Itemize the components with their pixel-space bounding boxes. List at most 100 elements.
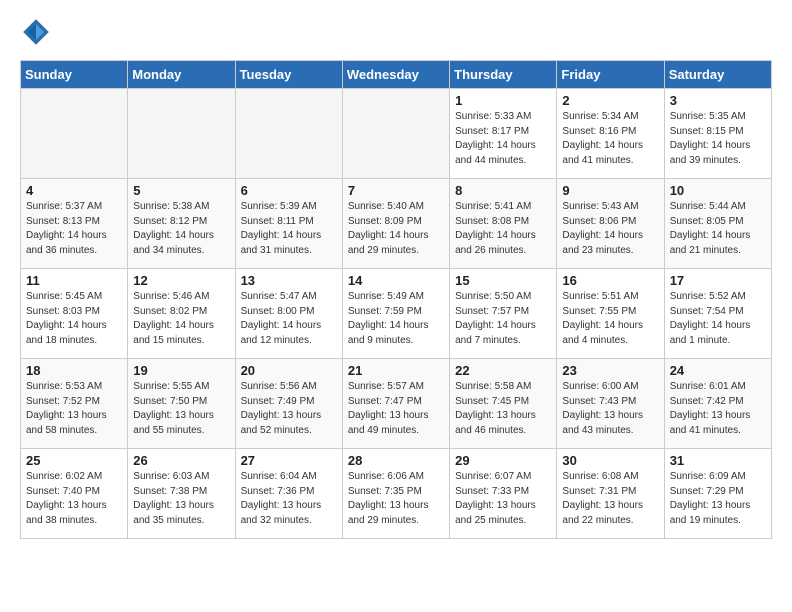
day-info: Sunrise: 6:06 AM Sunset: 7:35 PM Dayligh… xyxy=(348,470,444,528)
day-number: 20 xyxy=(241,363,337,378)
day-info: Sunrise: 6:01 AM Sunset: 7:42 PM Dayligh… xyxy=(670,380,766,438)
day-number: 10 xyxy=(670,183,766,198)
day-info: Sunrise: 5:45 AM Sunset: 8:03 PM Dayligh… xyxy=(26,290,122,348)
day-info: Sunrise: 5:58 AM Sunset: 7:45 PM Dayligh… xyxy=(455,380,551,438)
calendar-cell: 19 Sunrise: 5:55 AM Sunset: 7:50 PM Dayli… xyxy=(128,359,235,449)
day-number: 22 xyxy=(455,363,551,378)
day-info: Sunrise: 5:55 AM Sunset: 7:50 PM Dayligh… xyxy=(133,380,229,438)
day-info: Sunrise: 5:37 AM Sunset: 8:13 PM Dayligh… xyxy=(26,200,122,258)
day-number: 24 xyxy=(670,363,766,378)
day-number: 28 xyxy=(348,453,444,468)
calendar-cell: 13Sunrise: 5:47 AM Sunset: 8:00 PM Dayli… xyxy=(235,269,342,359)
day-number: 3 xyxy=(670,93,766,108)
day-number: 25 xyxy=(26,453,122,468)
day-info: Sunrise: 5:49 AM Sunset: 7:59 PM Dayligh… xyxy=(348,290,444,348)
header-tuesday: Tuesday xyxy=(235,61,342,89)
calendar-cell xyxy=(235,89,342,179)
day-info: Sunrise: 5:35 AM Sunset: 8:15 PM Dayligh… xyxy=(670,110,766,168)
header-sunday: Sunday xyxy=(21,61,128,89)
day-number: 29 xyxy=(455,453,551,468)
day-info: Sunrise: 5:44 AM Sunset: 8:05 PM Dayligh… xyxy=(670,200,766,258)
logo-icon xyxy=(20,16,52,48)
day-number: 12 xyxy=(133,273,229,288)
calendar-cell: 30Sunrise: 6:08 AM Sunset: 7:31 PM Dayli… xyxy=(557,449,664,539)
calendar-cell xyxy=(342,89,449,179)
calendar-cell: 31 Sunrise: 6:09 AM Sunset: 7:29 PM Dayli… xyxy=(664,449,771,539)
day-info: Sunrise: 6:03 AM Sunset: 7:38 PM Dayligh… xyxy=(133,470,229,528)
calendar-cell: 21 Sunrise: 5:57 AM Sunset: 7:47 PM Dayli… xyxy=(342,359,449,449)
calendar-cell: 4Sunrise: 5:37 AM Sunset: 8:13 PM Daylig… xyxy=(21,179,128,269)
day-number: 31 xyxy=(670,453,766,468)
day-number: 18 xyxy=(26,363,122,378)
calendar-cell: 18Sunrise: 5:53 AM Sunset: 7:52 PM Dayli… xyxy=(21,359,128,449)
day-info: Sunrise: 6:04 AM Sunset: 7:36 PM Dayligh… xyxy=(241,470,337,528)
calendar-cell: 12 Sunrise: 5:46 AM Sunset: 8:02 PM Dayli… xyxy=(128,269,235,359)
day-info: Sunrise: 5:33 AM Sunset: 8:17 PM Dayligh… xyxy=(455,110,551,168)
day-number: 6 xyxy=(241,183,337,198)
day-info: Sunrise: 5:34 AM Sunset: 8:16 PM Dayligh… xyxy=(562,110,658,168)
day-number: 21 xyxy=(348,363,444,378)
calendar-cell: 29 Sunrise: 6:07 AM Sunset: 7:33 PM Dayli… xyxy=(450,449,557,539)
calendar-cell: 9Sunrise: 5:43 AM Sunset: 8:06 PM Daylig… xyxy=(557,179,664,269)
header-wednesday: Wednesday xyxy=(342,61,449,89)
calendar-cell: 22 Sunrise: 5:58 AM Sunset: 7:45 PM Dayli… xyxy=(450,359,557,449)
day-number: 5 xyxy=(133,183,229,198)
calendar-cell: 7 Sunrise: 5:40 AM Sunset: 8:09 PM Daylig… xyxy=(342,179,449,269)
calendar-cell: 20 Sunrise: 5:56 AM Sunset: 7:49 PM Dayli… xyxy=(235,359,342,449)
calendar-cell: 6 Sunrise: 5:39 AM Sunset: 8:11 PM Daylig… xyxy=(235,179,342,269)
logo xyxy=(20,16,56,48)
day-info: Sunrise: 5:52 AM Sunset: 7:54 PM Dayligh… xyxy=(670,290,766,348)
day-number: 14 xyxy=(348,273,444,288)
week-row-0: 1 Sunrise: 5:33 AM Sunset: 8:17 PM Daylig… xyxy=(21,89,772,179)
day-info: Sunrise: 5:38 AM Sunset: 8:12 PM Dayligh… xyxy=(133,200,229,258)
calendar-cell: 3 Sunrise: 5:35 AM Sunset: 8:15 PM Daylig… xyxy=(664,89,771,179)
header-row: SundayMondayTuesdayWednesdayThursdayFrid… xyxy=(21,61,772,89)
day-number: 7 xyxy=(348,183,444,198)
calendar-header: SundayMondayTuesdayWednesdayThursdayFrid… xyxy=(21,61,772,89)
calendar-cell: 27 Sunrise: 6:04 AM Sunset: 7:36 PM Dayli… xyxy=(235,449,342,539)
day-number: 19 xyxy=(133,363,229,378)
header-monday: Monday xyxy=(128,61,235,89)
day-number: 27 xyxy=(241,453,337,468)
calendar-cell: 5 Sunrise: 5:38 AM Sunset: 8:12 PM Daylig… xyxy=(128,179,235,269)
day-info: Sunrise: 5:51 AM Sunset: 7:55 PM Dayligh… xyxy=(562,290,658,348)
calendar-cell: 28 Sunrise: 6:06 AM Sunset: 7:35 PM Dayli… xyxy=(342,449,449,539)
page-header xyxy=(20,16,772,48)
day-number: 1 xyxy=(455,93,551,108)
day-info: Sunrise: 6:07 AM Sunset: 7:33 PM Dayligh… xyxy=(455,470,551,528)
calendar-cell: 14 Sunrise: 5:49 AM Sunset: 7:59 PM Dayli… xyxy=(342,269,449,359)
header-saturday: Saturday xyxy=(664,61,771,89)
day-number: 15 xyxy=(455,273,551,288)
header-thursday: Thursday xyxy=(450,61,557,89)
day-info: Sunrise: 5:57 AM Sunset: 7:47 PM Dayligh… xyxy=(348,380,444,438)
calendar-cell: 11Sunrise: 5:45 AM Sunset: 8:03 PM Dayli… xyxy=(21,269,128,359)
calendar-table: SundayMondayTuesdayWednesdayThursdayFrid… xyxy=(20,60,772,539)
week-row-1: 4Sunrise: 5:37 AM Sunset: 8:13 PM Daylig… xyxy=(21,179,772,269)
header-friday: Friday xyxy=(557,61,664,89)
day-info: Sunrise: 5:40 AM Sunset: 8:09 PM Dayligh… xyxy=(348,200,444,258)
calendar-cell: 15 Sunrise: 5:50 AM Sunset: 7:57 PM Dayli… xyxy=(450,269,557,359)
week-row-2: 11Sunrise: 5:45 AM Sunset: 8:03 PM Dayli… xyxy=(21,269,772,359)
day-info: Sunrise: 5:56 AM Sunset: 7:49 PM Dayligh… xyxy=(241,380,337,438)
day-info: Sunrise: 6:02 AM Sunset: 7:40 PM Dayligh… xyxy=(26,470,122,528)
calendar-cell: 17Sunrise: 5:52 AM Sunset: 7:54 PM Dayli… xyxy=(664,269,771,359)
calendar-body: 1 Sunrise: 5:33 AM Sunset: 8:17 PM Daylig… xyxy=(21,89,772,539)
calendar-cell: 10 Sunrise: 5:44 AM Sunset: 8:05 PM Dayli… xyxy=(664,179,771,269)
day-info: Sunrise: 5:50 AM Sunset: 7:57 PM Dayligh… xyxy=(455,290,551,348)
day-number: 2 xyxy=(562,93,658,108)
day-info: Sunrise: 5:39 AM Sunset: 8:11 PM Dayligh… xyxy=(241,200,337,258)
day-number: 26 xyxy=(133,453,229,468)
calendar-cell: 2 Sunrise: 5:34 AM Sunset: 8:16 PM Daylig… xyxy=(557,89,664,179)
day-number: 23 xyxy=(562,363,658,378)
day-number: 16 xyxy=(562,273,658,288)
day-info: Sunrise: 5:43 AM Sunset: 8:06 PM Dayligh… xyxy=(562,200,658,258)
week-row-4: 25 Sunrise: 6:02 AM Sunset: 7:40 PM Dayli… xyxy=(21,449,772,539)
calendar-cell: 23 Sunrise: 6:00 AM Sunset: 7:43 PM Dayli… xyxy=(557,359,664,449)
day-info: Sunrise: 6:00 AM Sunset: 7:43 PM Dayligh… xyxy=(562,380,658,438)
day-info: Sunrise: 6:09 AM Sunset: 7:29 PM Dayligh… xyxy=(670,470,766,528)
day-info: Sunrise: 5:46 AM Sunset: 8:02 PM Dayligh… xyxy=(133,290,229,348)
calendar-cell xyxy=(21,89,128,179)
calendar-cell xyxy=(128,89,235,179)
day-info: Sunrise: 6:08 AM Sunset: 7:31 PM Dayligh… xyxy=(562,470,658,528)
calendar-cell: 1 Sunrise: 5:33 AM Sunset: 8:17 PM Daylig… xyxy=(450,89,557,179)
